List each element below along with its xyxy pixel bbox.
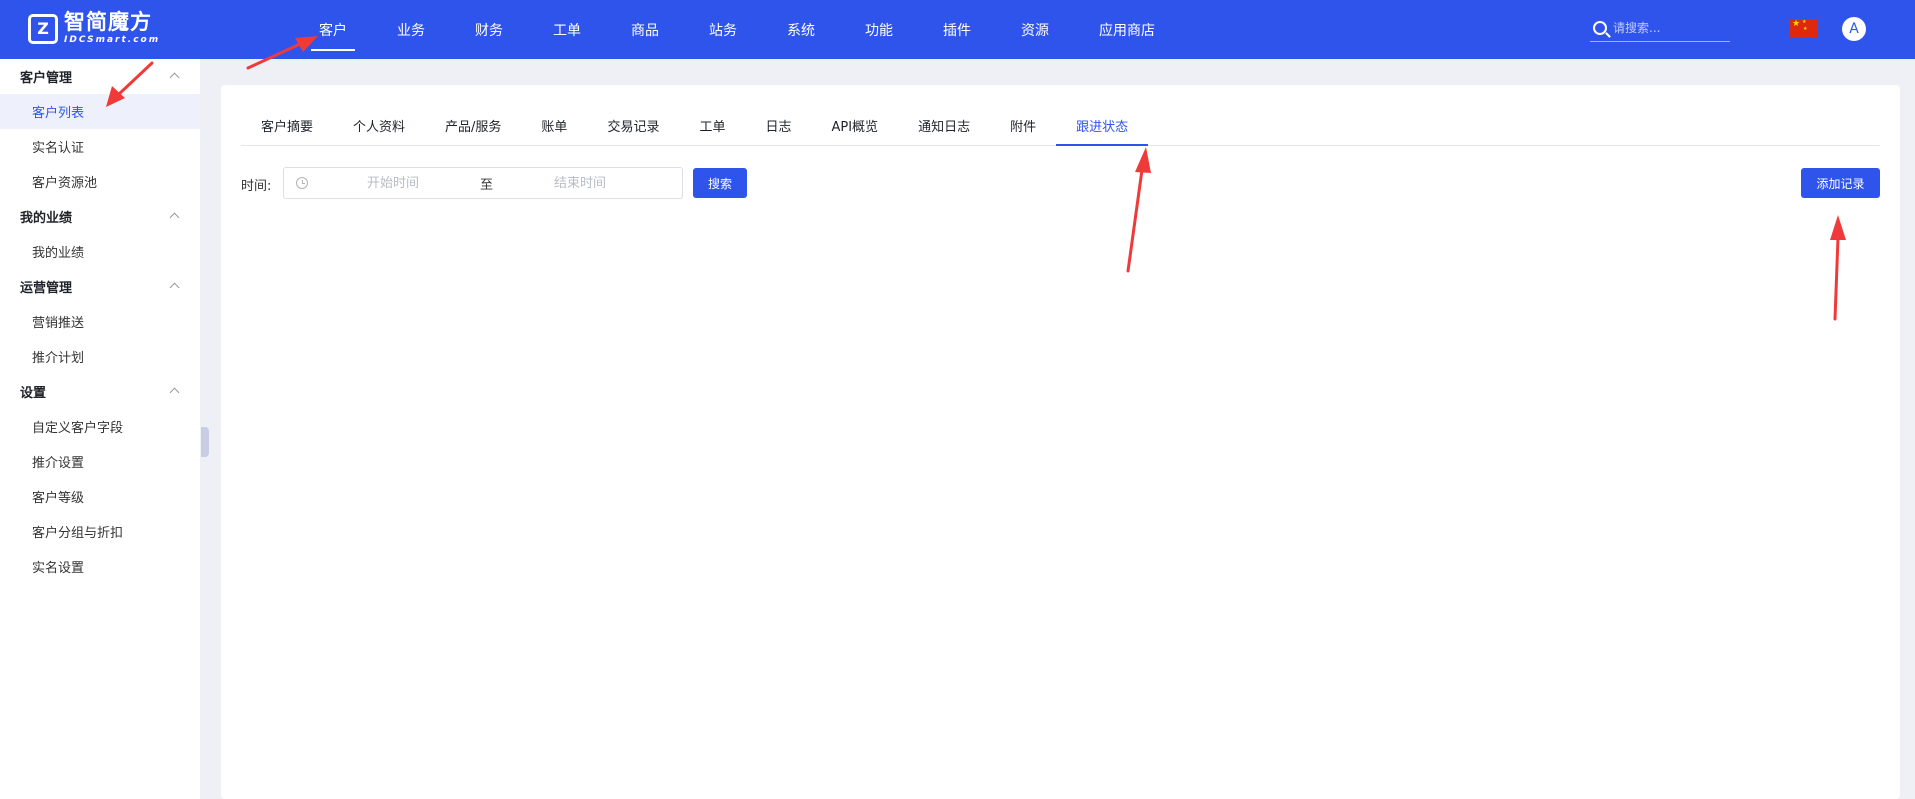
tab-follow-up-status[interactable]: 跟进状态 <box>1056 105 1149 146</box>
tab-notification-logs[interactable]: 通知日志 <box>898 105 990 145</box>
sidebar-item-real-name-settings[interactable]: 实名设置 <box>0 549 200 584</box>
search-button[interactable]: 搜索 <box>693 168 747 198</box>
clock-icon <box>296 177 308 189</box>
main-card: 客户摘要 个人资料 产品/服务 账单 交易记录 工单 日志 API概览 通知日志… <box>221 85 1900 799</box>
chevron-up-icon <box>169 72 180 83</box>
top-navbar: Z 智简魔方 IDCSmart.com 客户 业务 财务 工单 商品 站务 系统… <box>0 0 1915 59</box>
tab-summary[interactable]: 客户摘要 <box>241 105 333 145</box>
sidebar-item-groups-discounts[interactable]: 客户分组与折扣 <box>0 514 200 549</box>
nav-item-plugins[interactable]: 插件 <box>929 0 985 59</box>
customer-tabs: 客户摘要 个人资料 产品/服务 账单 交易记录 工单 日志 API概览 通知日志… <box>241 105 1880 146</box>
search-icon[interactable] <box>1593 20 1607 35</box>
search-input[interactable] <box>1613 20 1723 35</box>
main-nav: 客户 业务 财务 工单 商品 站务 系统 功能 插件 资源 应用商店 <box>305 0 1191 59</box>
start-date-input[interactable] <box>318 175 468 191</box>
nav-item-products[interactable]: 商品 <box>617 0 673 59</box>
date-range-picker[interactable]: 至 <box>283 167 683 199</box>
avatar[interactable]: A <box>1842 17 1866 41</box>
chevron-up-icon <box>169 212 180 223</box>
nav-item-tickets[interactable]: 工单 <box>539 0 595 59</box>
tab-products-services[interactable]: 产品/服务 <box>425 105 521 145</box>
range-separator: 至 <box>480 177 494 193</box>
chevron-up-icon <box>169 387 180 398</box>
sidebar-item-referral-settings[interactable]: 推介设置 <box>0 444 200 479</box>
sidebar-group-my-performance[interactable]: 我的业绩 <box>0 199 200 234</box>
tab-attachments[interactable]: 附件 <box>990 105 1056 145</box>
end-date-input[interactable] <box>505 175 656 191</box>
nav-item-features[interactable]: 功能 <box>851 0 907 59</box>
sidebar-item-referral-plan[interactable]: 推介计划 <box>0 339 200 374</box>
nav-item-business[interactable]: 业务 <box>383 0 439 59</box>
tab-tickets[interactable]: 工单 <box>679 105 745 145</box>
sidebar-group-customer-management[interactable]: 客户管理 <box>0 59 200 94</box>
global-search <box>1590 14 1730 42</box>
sidebar-collapse-handle[interactable] <box>201 427 209 457</box>
china-flag-icon[interactable]: ★ ★ ★ <box>1789 19 1817 38</box>
sidebar-group-settings[interactable]: 设置 <box>0 374 200 409</box>
sidebar: 客户管理 客户列表 实名认证 客户资源池 我的业绩 我的业绩 运营管理 营销推送… <box>0 59 200 799</box>
logo-icon: Z <box>28 13 58 44</box>
sidebar-item-customer-pool[interactable]: 客户资源池 <box>0 164 200 199</box>
sidebar-item-marketing-push[interactable]: 营销推送 <box>0 304 200 339</box>
add-record-button[interactable]: 添加记录 <box>1801 168 1880 198</box>
tab-logs[interactable]: 日志 <box>745 105 811 145</box>
nav-item-customers[interactable]: 客户 <box>305 0 361 59</box>
tab-transactions[interactable]: 交易记录 <box>587 105 679 145</box>
brand-domain: IDCSmart.com <box>64 35 161 45</box>
tab-invoices[interactable]: 账单 <box>521 105 587 145</box>
chevron-up-icon <box>169 282 180 293</box>
brand-logo[interactable]: Z 智简魔方 IDCSmart.com <box>28 12 160 45</box>
nav-item-finance[interactable]: 财务 <box>461 0 517 59</box>
tab-api-overview[interactable]: API概览 <box>811 105 898 145</box>
time-filter-label: 时间: <box>241 179 272 194</box>
nav-item-site[interactable]: 站务 <box>695 0 751 59</box>
nav-item-system[interactable]: 系统 <box>773 0 829 59</box>
sidebar-item-real-name-auth[interactable]: 实名认证 <box>0 129 200 164</box>
nav-item-resources[interactable]: 资源 <box>1007 0 1063 59</box>
sidebar-group-operations[interactable]: 运营管理 <box>0 269 200 304</box>
sidebar-item-custom-fields[interactable]: 自定义客户字段 <box>0 409 200 444</box>
tab-profile[interactable]: 个人资料 <box>333 105 425 145</box>
sidebar-item-customer-levels[interactable]: 客户等级 <box>0 479 200 514</box>
sidebar-item-customer-list[interactable]: 客户列表 <box>0 94 200 129</box>
nav-item-app-store[interactable]: 应用商店 <box>1085 0 1169 59</box>
sidebar-item-my-performance[interactable]: 我的业绩 <box>0 234 200 269</box>
brand-name: 智简魔方 <box>64 10 152 34</box>
